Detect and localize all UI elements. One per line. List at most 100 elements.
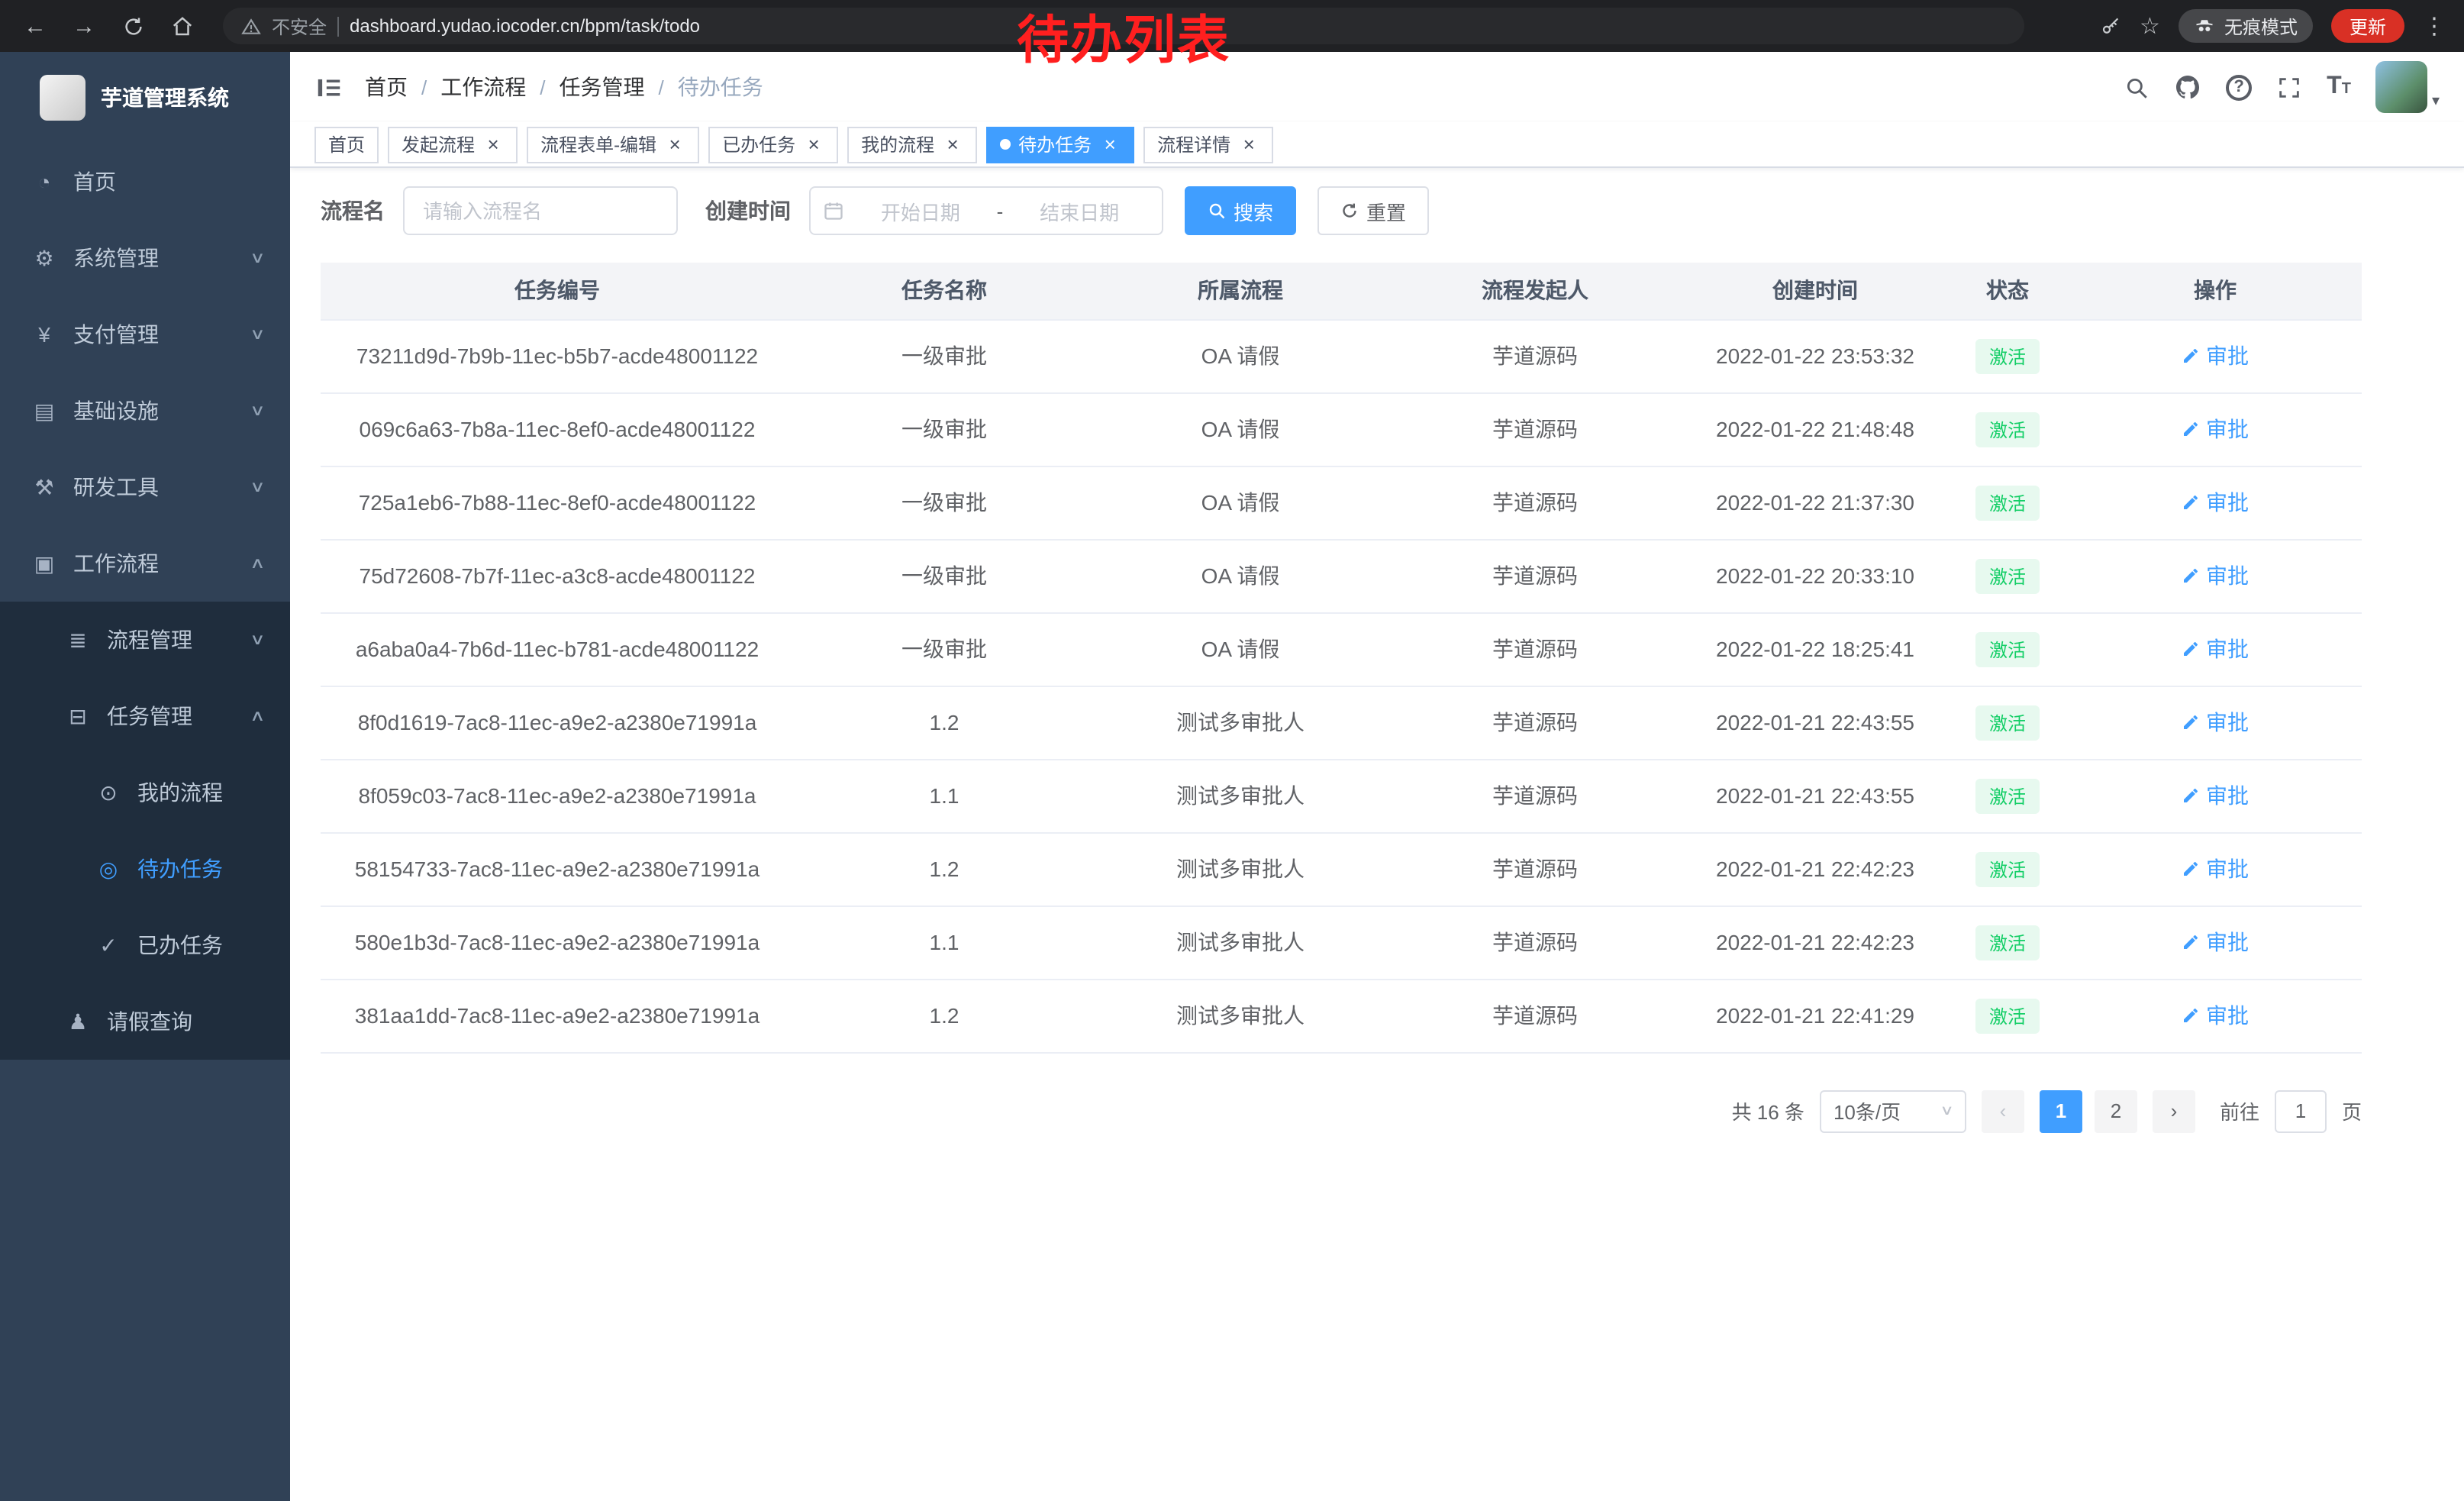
column-header: 任务编号 bbox=[321, 263, 794, 319]
breadcrumb-item[interactable]: 工作流程 bbox=[440, 72, 526, 102]
bookmark-star-icon[interactable]: ☆ bbox=[2140, 12, 2160, 40]
goto-page-input[interactable] bbox=[2275, 1089, 2327, 1132]
page-size-select[interactable]: 10条/页 ∨ bbox=[1820, 1089, 1966, 1132]
key-icon[interactable] bbox=[2098, 15, 2121, 37]
approve-link[interactable]: 审批 bbox=[2182, 634, 2249, 664]
user-avatar bbox=[2375, 61, 2427, 113]
table-row: 580e1b3d-7ac8-11ec-a9e2-a2380e71991a1.1测… bbox=[321, 905, 2362, 979]
page-button-1[interactable]: 1 bbox=[2040, 1089, 2082, 1132]
help-icon[interactable]: ? bbox=[2226, 74, 2252, 100]
tab-process-form-edit[interactable]: 流程表单-编辑× bbox=[527, 126, 699, 163]
fullscreen-icon[interactable] bbox=[2276, 74, 2302, 100]
sidebar-item-workflow[interactable]: ▣工作流程∧ bbox=[0, 525, 290, 602]
breadcrumb-item[interactable]: 任务管理 bbox=[560, 72, 645, 102]
tab-home[interactable]: 首页 bbox=[314, 126, 379, 163]
close-tab-icon[interactable]: × bbox=[482, 134, 504, 155]
column-header: 任务名称 bbox=[794, 263, 1095, 319]
tab-my-process[interactable]: 我的流程× bbox=[847, 126, 977, 163]
workflow-icon: ▣ bbox=[31, 550, 58, 576]
sidebar-item-my-process[interactable]: ⊙我的流程 bbox=[0, 754, 290, 831]
sidebar-item-dev-tools[interactable]: ⚒研发工具∨ bbox=[0, 449, 290, 525]
browser-update-button[interactable]: 更新 bbox=[2331, 9, 2404, 43]
sidebar-item-infrastructure[interactable]: ▤基础设施∨ bbox=[0, 373, 290, 449]
edit-pencil-icon bbox=[2182, 713, 2200, 731]
search-button[interactable]: 搜索 bbox=[1185, 186, 1296, 235]
reset-button[interactable]: 重置 bbox=[1317, 186, 1429, 235]
caret-down-icon: ▾ bbox=[2432, 93, 2440, 113]
created-cell: 2022-01-22 21:48:48 bbox=[1684, 392, 1946, 466]
approve-link[interactable]: 审批 bbox=[2182, 854, 2249, 884]
page-button-2[interactable]: 2 bbox=[2095, 1089, 2137, 1132]
pager-pages: 12 bbox=[2040, 1089, 2137, 1132]
date-range-picker[interactable]: 开始日期 - 结束日期 bbox=[809, 186, 1163, 235]
user-menu[interactable]: ▾ bbox=[2375, 61, 2440, 113]
edit-pencil-icon bbox=[2182, 420, 2200, 438]
browser-menu-icon[interactable]: ⋮ bbox=[2423, 12, 2446, 40]
incognito-icon bbox=[2194, 15, 2215, 37]
table-row: 73211d9d-7b9b-11ec-b5b7-acde48001122一级审批… bbox=[321, 319, 2362, 392]
status-cell: 激活 bbox=[1946, 686, 2069, 759]
sidebar-toggle-button[interactable] bbox=[314, 73, 343, 102]
prev-page-button[interactable]: ‹ bbox=[1982, 1089, 2024, 1132]
tab-launch-process[interactable]: 发起流程× bbox=[388, 126, 518, 163]
task-id-cell: 069c6a63-7b8a-11ec-8ef0-acde48001122 bbox=[321, 392, 794, 466]
approve-link[interactable]: 审批 bbox=[2182, 341, 2249, 371]
created-cell: 2022-01-21 22:42:23 bbox=[1684, 905, 1946, 979]
close-tab-icon[interactable]: × bbox=[803, 134, 824, 155]
approve-link[interactable]: 审批 bbox=[2182, 487, 2249, 518]
home-button[interactable] bbox=[162, 6, 202, 46]
security-label[interactable]: 不安全 bbox=[272, 13, 327, 39]
url-text[interactable]: dashboard.yudao.iocoder.cn/bpm/task/todo bbox=[350, 15, 700, 37]
close-tab-icon[interactable]: × bbox=[942, 134, 963, 155]
sidebar-item-process-management[interactable]: ≣流程管理∨ bbox=[0, 602, 290, 678]
sidebar-item-todo-tasks[interactable]: ◎待办任务 bbox=[0, 831, 290, 907]
reload-button[interactable] bbox=[113, 6, 153, 46]
hamburger-icon bbox=[314, 73, 343, 102]
close-tab-icon[interactable]: × bbox=[664, 134, 685, 155]
forward-button[interactable]: → bbox=[64, 6, 104, 46]
approve-link[interactable]: 审批 bbox=[2182, 414, 2249, 444]
approve-link[interactable]: 审批 bbox=[2182, 1000, 2249, 1031]
create-time-label: 创建时间 bbox=[705, 195, 791, 226]
status-badge: 激活 bbox=[1975, 558, 2040, 593]
breadcrumb-item: 待办任务 bbox=[678, 72, 763, 102]
table-row: 58154733-7ac8-11ec-a9e2-a2380e71991a1.2测… bbox=[321, 832, 2362, 905]
sidebar-item-label: 工作流程 bbox=[73, 548, 159, 579]
close-tab-icon[interactable]: × bbox=[1238, 134, 1259, 155]
approve-link[interactable]: 审批 bbox=[2182, 707, 2249, 738]
table-row: 8f059c03-7ac8-11ec-a9e2-a2380e71991a1.1测… bbox=[321, 759, 2362, 832]
approve-link[interactable]: 审批 bbox=[2182, 560, 2249, 591]
sidebar-item-done-tasks[interactable]: ✓已办任务 bbox=[0, 907, 290, 983]
close-tab-icon[interactable]: × bbox=[1099, 134, 1121, 155]
task-table: 任务编号任务名称所属流程流程发起人创建时间状态操作 73211d9d-7b9b-… bbox=[321, 263, 2362, 1053]
navbar-actions: ? TT ▾ bbox=[2124, 61, 2440, 113]
task-folder-icon: ⊟ bbox=[64, 703, 92, 729]
approve-link[interactable]: 审批 bbox=[2182, 780, 2249, 811]
chat-icon: ⊙ bbox=[95, 780, 122, 805]
task-id-cell: 580e1b3d-7ac8-11ec-a9e2-a2380e71991a bbox=[321, 905, 794, 979]
task-id-cell: 58154733-7ac8-11ec-a9e2-a2380e71991a bbox=[321, 832, 794, 905]
tab-todo-tasks[interactable]: 待办任务× bbox=[986, 126, 1134, 163]
tab-process-detail[interactable]: 流程详情× bbox=[1143, 126, 1273, 163]
created-cell: 2022-01-21 22:43:55 bbox=[1684, 759, 1946, 832]
initiator-cell: 芋道源码 bbox=[1386, 319, 1684, 392]
font-size-icon[interactable]: TT bbox=[2327, 75, 2351, 99]
next-page-button[interactable]: › bbox=[2153, 1089, 2195, 1132]
sidebar-item-home[interactable]: ◔首页 bbox=[0, 144, 290, 220]
process-name-input[interactable] bbox=[403, 186, 678, 235]
search-icon[interactable] bbox=[2124, 74, 2150, 100]
sidebar-item-leave-query[interactable]: ♟请假查询 bbox=[0, 983, 290, 1060]
tab-done-tasks[interactable]: 已办任务× bbox=[708, 126, 838, 163]
incognito-badge: 无痕模式 bbox=[2179, 9, 2313, 43]
back-button[interactable]: ← bbox=[15, 6, 55, 46]
status-cell: 激活 bbox=[1946, 539, 2069, 612]
breadcrumb-item[interactable]: 首页 bbox=[365, 72, 408, 102]
logo[interactable]: 芋道管理系统 bbox=[0, 52, 290, 144]
sidebar-item-payment-management[interactable]: ¥支付管理∨ bbox=[0, 296, 290, 373]
table-row: 725a1eb6-7b88-11ec-8ef0-acde48001122一级审批… bbox=[321, 466, 2362, 539]
edit-pencil-icon bbox=[2182, 347, 2200, 365]
approve-link[interactable]: 审批 bbox=[2182, 927, 2249, 957]
sidebar-item-task-management[interactable]: ⊟任务管理∧ bbox=[0, 678, 290, 754]
github-icon[interactable] bbox=[2174, 73, 2201, 101]
sidebar-item-system-management[interactable]: ⚙系统管理∨ bbox=[0, 220, 290, 296]
